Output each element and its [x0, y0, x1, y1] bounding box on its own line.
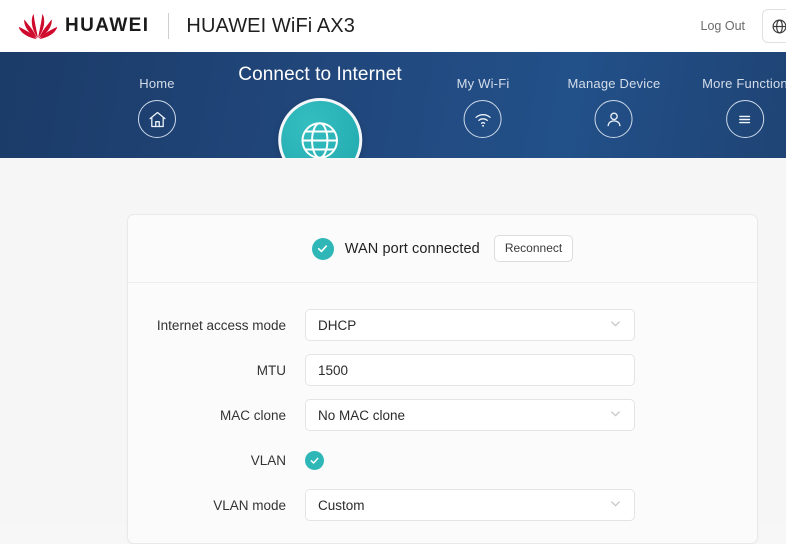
mtu-input[interactable]: 1500 — [305, 354, 635, 386]
internet-access-mode-label: Internet access mode — [128, 318, 305, 333]
home-icon — [147, 109, 168, 130]
form-row-mtu: MTU 1500 — [128, 348, 757, 392]
nav-item-my-wifi-label: My Wi-Fi — [457, 76, 510, 91]
mac-clone-select[interactable]: No MAC clone — [305, 399, 635, 431]
nav-item-home-label: Home — [139, 76, 174, 91]
brand-divider — [168, 13, 169, 39]
chevron-down-icon-svg — [608, 316, 623, 331]
chevron-down-icon — [608, 496, 623, 514]
wan-status-text: WAN port connected — [345, 241, 480, 257]
form-row-internet-access-mode: Internet access mode DHCP — [128, 303, 757, 347]
nav-items: Home Connect to Internet — [0, 52, 786, 158]
chevron-down-icon — [608, 316, 623, 334]
chevron-down-icon-svg — [608, 406, 623, 421]
nav-item-manage-device-circle — [595, 100, 633, 138]
app-header: HUAWEI HUAWEI WiFi AX3 Log Out — [0, 0, 786, 52]
vlan-mode-select[interactable]: Custom — [305, 489, 635, 521]
wan-settings-form: Internet access mode DHCP MTU 1500 — [128, 283, 757, 527]
wan-settings-card: WAN port connected Reconnect Internet ac… — [127, 214, 758, 544]
reconnect-button[interactable]: Reconnect — [494, 235, 573, 262]
wan-status-bar: WAN port connected Reconnect — [128, 215, 757, 283]
nav-item-more-function-circle — [726, 100, 764, 138]
huawei-flower-logo — [18, 12, 58, 40]
form-row-mac-clone: MAC clone No MAC clone — [128, 393, 757, 437]
user-icon — [604, 109, 625, 130]
page-body: WAN port connected Reconnect Internet ac… — [0, 158, 786, 524]
form-row-vlan: VLAN — [128, 438, 757, 482]
internet-access-mode-value: DHCP — [318, 318, 356, 333]
nav-item-my-wifi[interactable]: My Wi-Fi — [457, 76, 510, 138]
mtu-label: MTU — [128, 363, 305, 378]
vlan-label: VLAN — [128, 453, 305, 468]
brand: HUAWEI HUAWEI WiFi AX3 — [0, 12, 355, 40]
chevron-down-icon — [608, 406, 623, 424]
page-title: HUAWEI WiFi AX3 — [186, 15, 355, 38]
check-icon — [316, 242, 329, 255]
nav-item-my-wifi-circle — [464, 100, 502, 138]
header-actions: Log Out — [701, 9, 786, 43]
nav-item-home[interactable]: Home — [138, 76, 176, 138]
main-navigation: Home Connect to Internet — [0, 52, 786, 158]
brand-wordmark: HUAWEI — [65, 15, 149, 37]
nav-item-more-function[interactable]: More Function — [702, 76, 786, 138]
logout-button[interactable]: Log Out — [701, 19, 745, 33]
check-icon — [309, 455, 320, 466]
vlan-checkbox[interactable] — [305, 451, 324, 470]
nav-item-connect-label: Connect to Internet — [238, 64, 402, 86]
nav-item-manage-device-label: Manage Device — [568, 76, 661, 91]
mtu-value: 1500 — [318, 363, 348, 378]
mac-clone-label: MAC clone — [128, 408, 305, 423]
chevron-down-icon-svg — [608, 496, 623, 511]
globe-icon — [297, 118, 342, 163]
language-button[interactable] — [762, 9, 786, 43]
form-row-vlan-mode: VLAN mode Custom — [128, 483, 757, 527]
nav-item-more-function-label: More Function — [702, 76, 786, 91]
nav-item-home-circle — [138, 100, 176, 138]
globe-icon — [771, 18, 786, 35]
huawei-flower-logo-svg — [18, 12, 58, 40]
wifi-icon — [472, 109, 493, 130]
vlan-mode-label: VLAN mode — [128, 498, 305, 513]
internet-access-mode-select[interactable]: DHCP — [305, 309, 635, 341]
nav-item-manage-device[interactable]: Manage Device — [568, 76, 661, 138]
vlan-mode-value: Custom — [318, 498, 365, 513]
check-circle-icon — [312, 238, 334, 260]
mac-clone-value: No MAC clone — [318, 408, 405, 423]
hamburger-icon — [734, 109, 755, 130]
